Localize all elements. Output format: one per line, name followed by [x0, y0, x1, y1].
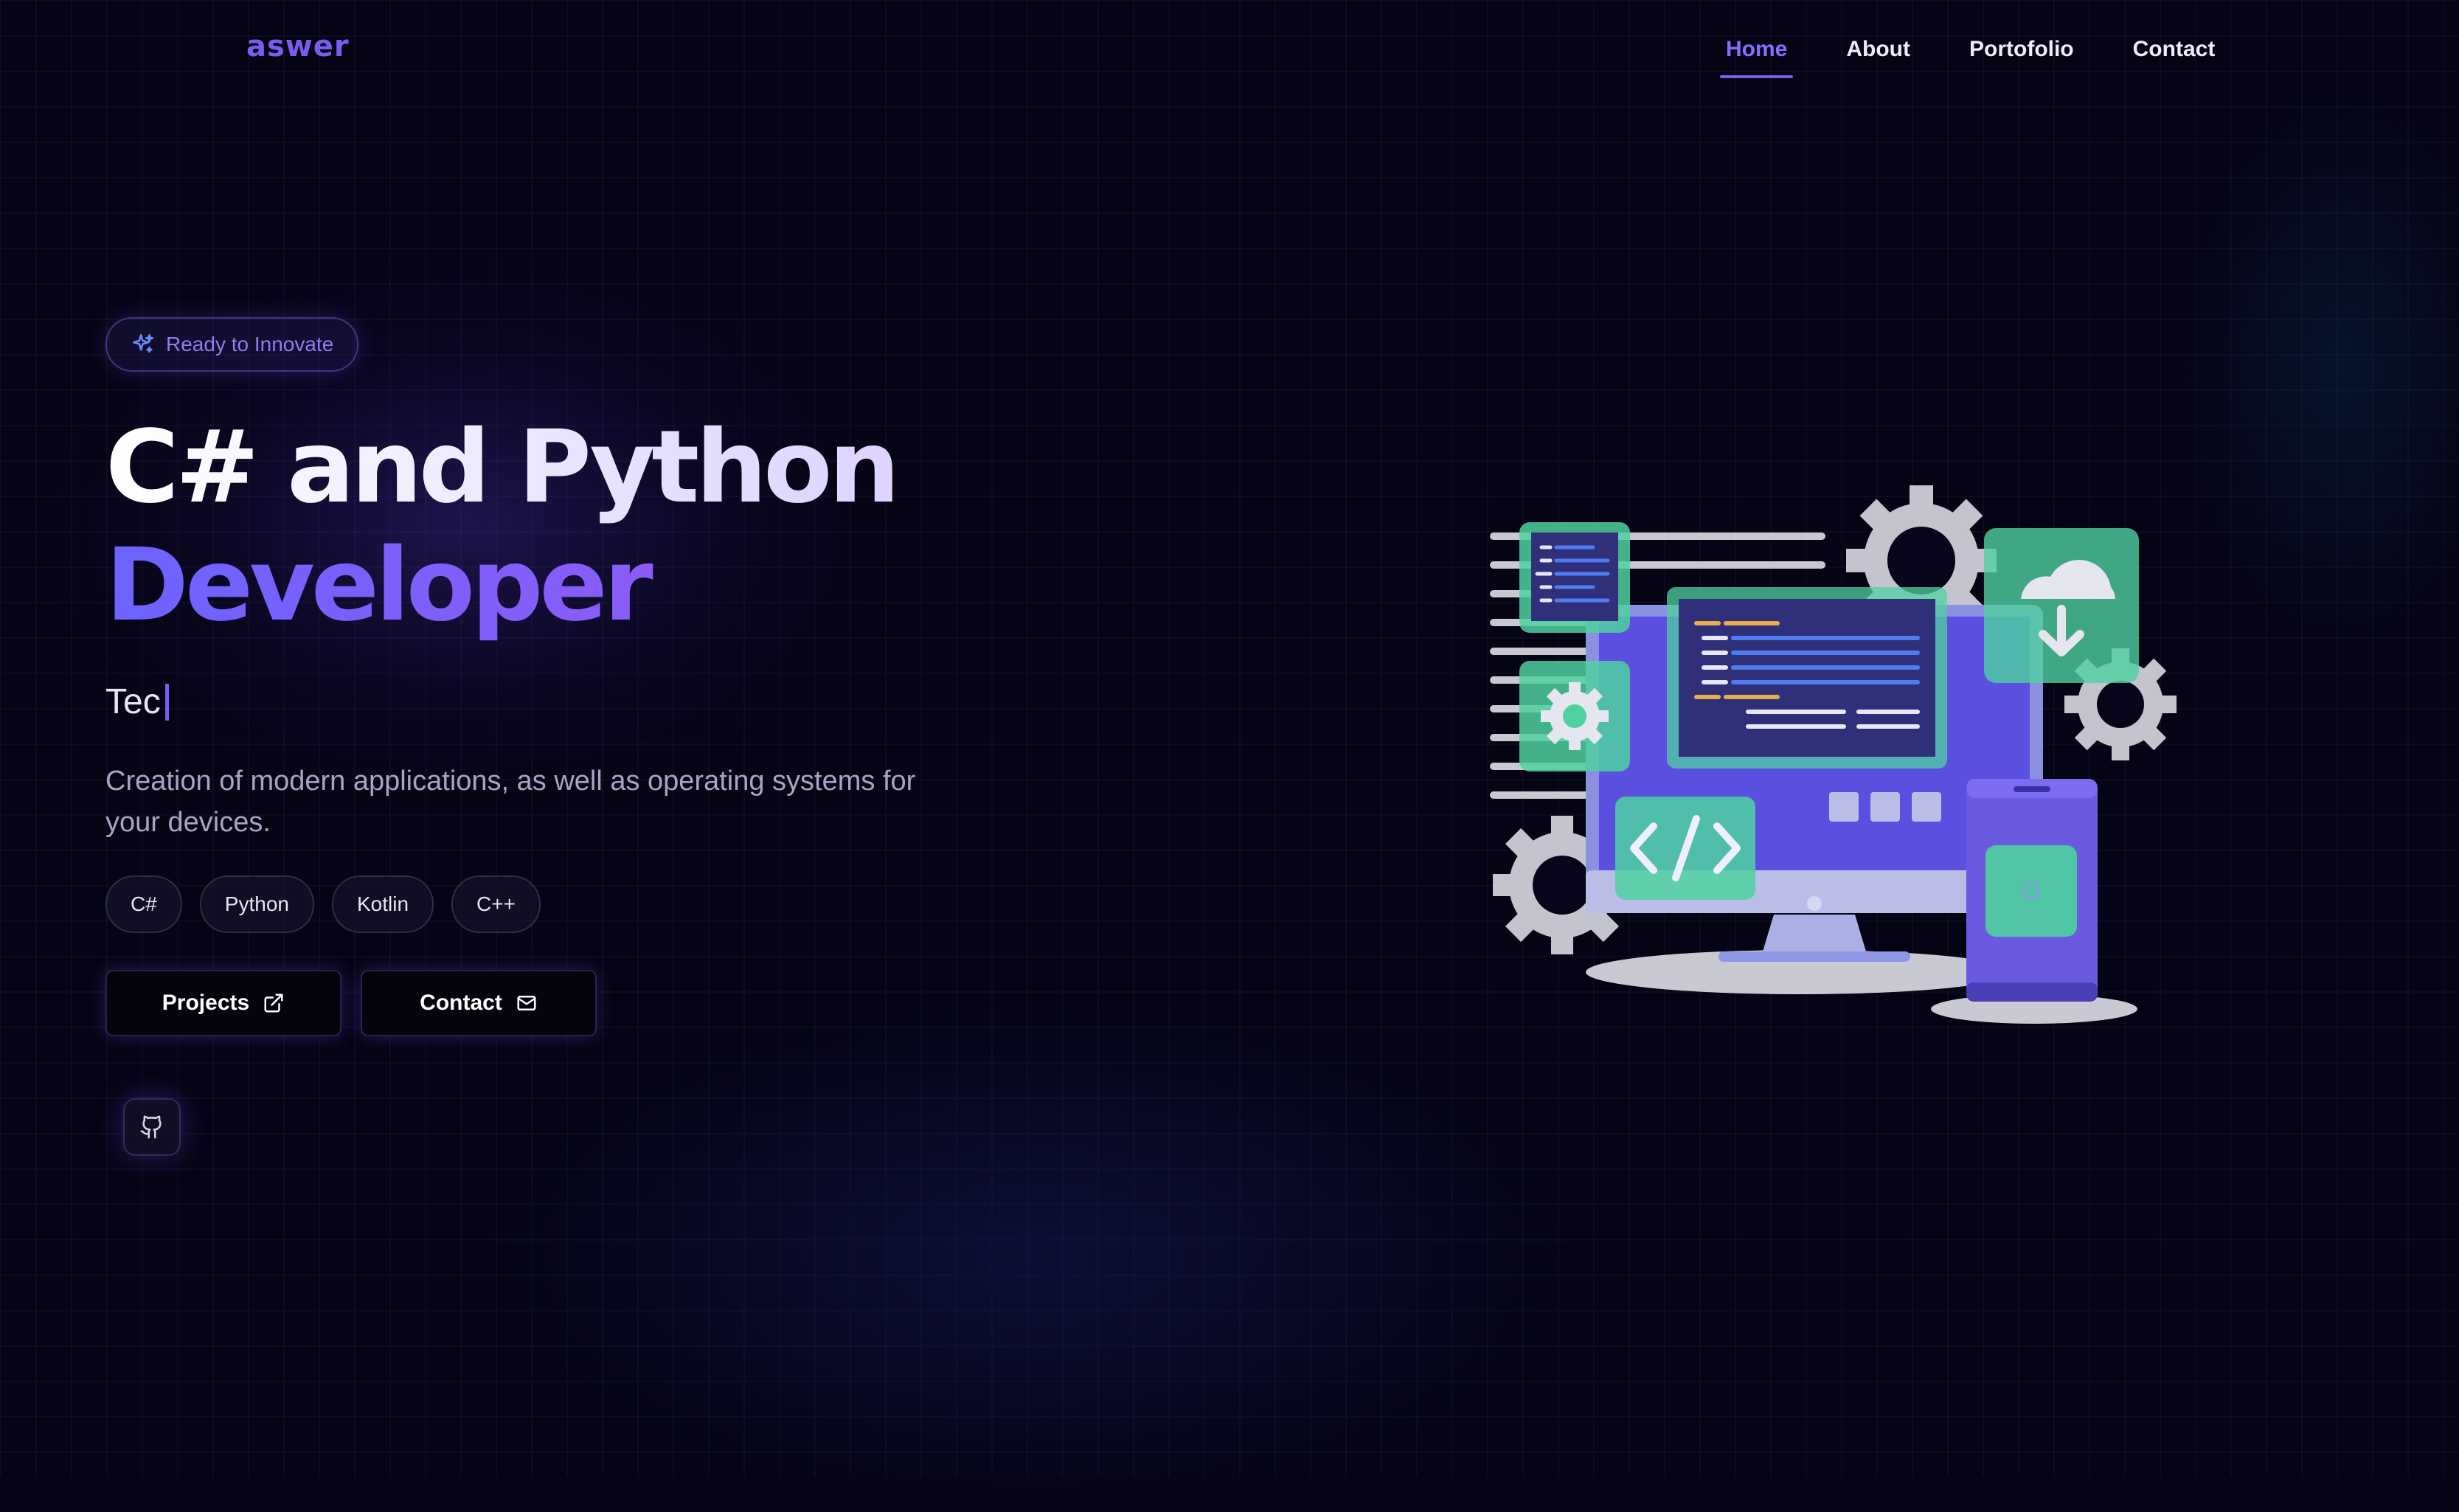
code-tag-card: [1615, 797, 1755, 900]
code-window: [1667, 587, 1947, 769]
nav-link-about[interactable]: About: [1846, 37, 1910, 78]
github-icon: [140, 1115, 162, 1139]
hero-title-line2: Developer: [105, 527, 1027, 645]
sparkles-icon: [132, 333, 154, 353]
hero-section: Ready to Innovate C# and Python Develope…: [105, 317, 1027, 1156]
skill-tag: Kotlin: [331, 875, 434, 933]
skill-tag: C#: [105, 875, 182, 933]
typing-text-value: Tec: [105, 682, 161, 721]
top-navigation: aswer Home About Portofolio Contact: [0, 0, 2459, 103]
document-card: [1519, 522, 1630, 633]
hero-title-line1: C# and Python: [105, 409, 1027, 527]
nav-link-portfolio[interactable]: Portofolio: [1969, 37, 2074, 78]
hero-actions: Projects Contact: [105, 970, 1027, 1036]
site-logo[interactable]: aswer: [246, 30, 350, 63]
nav-links: Home About Portofolio Contact: [1719, 37, 2274, 78]
mail-icon: [517, 996, 536, 1010]
nav-link-contact[interactable]: Contact: [2133, 37, 2216, 78]
github-link[interactable]: [123, 1098, 181, 1156]
typing-caret: [164, 683, 169, 721]
skill-tag: C++: [451, 875, 541, 933]
skill-tags: C# Python Kotlin C++: [105, 875, 1027, 933]
hero-title: C# and Python Developer: [105, 409, 1027, 645]
screen-blocks: [1829, 792, 1941, 822]
cloud-download-card: [1984, 528, 2139, 683]
external-link-icon: [264, 993, 283, 1013]
contact-button-label: Contact: [420, 991, 502, 1015]
phone: [1966, 779, 2098, 1002]
hero-description: Creation of modern applications, as well…: [105, 766, 916, 838]
badge-label: Ready to Innovate: [166, 333, 334, 356]
settings-card: [1519, 661, 1630, 771]
projects-button-label: Projects: [162, 991, 250, 1015]
background-glow: [2176, 89, 2459, 649]
contact-button[interactable]: Contact: [361, 970, 597, 1036]
typing-text: Tec: [105, 682, 1027, 722]
developer-workstation-illustration: [1490, 485, 2177, 1024]
projects-button[interactable]: Projects: [105, 970, 341, 1036]
nav-link-home[interactable]: Home: [1719, 37, 1794, 78]
status-badge: Ready to Innovate: [105, 317, 359, 372]
skill-tag: Python: [199, 875, 314, 933]
